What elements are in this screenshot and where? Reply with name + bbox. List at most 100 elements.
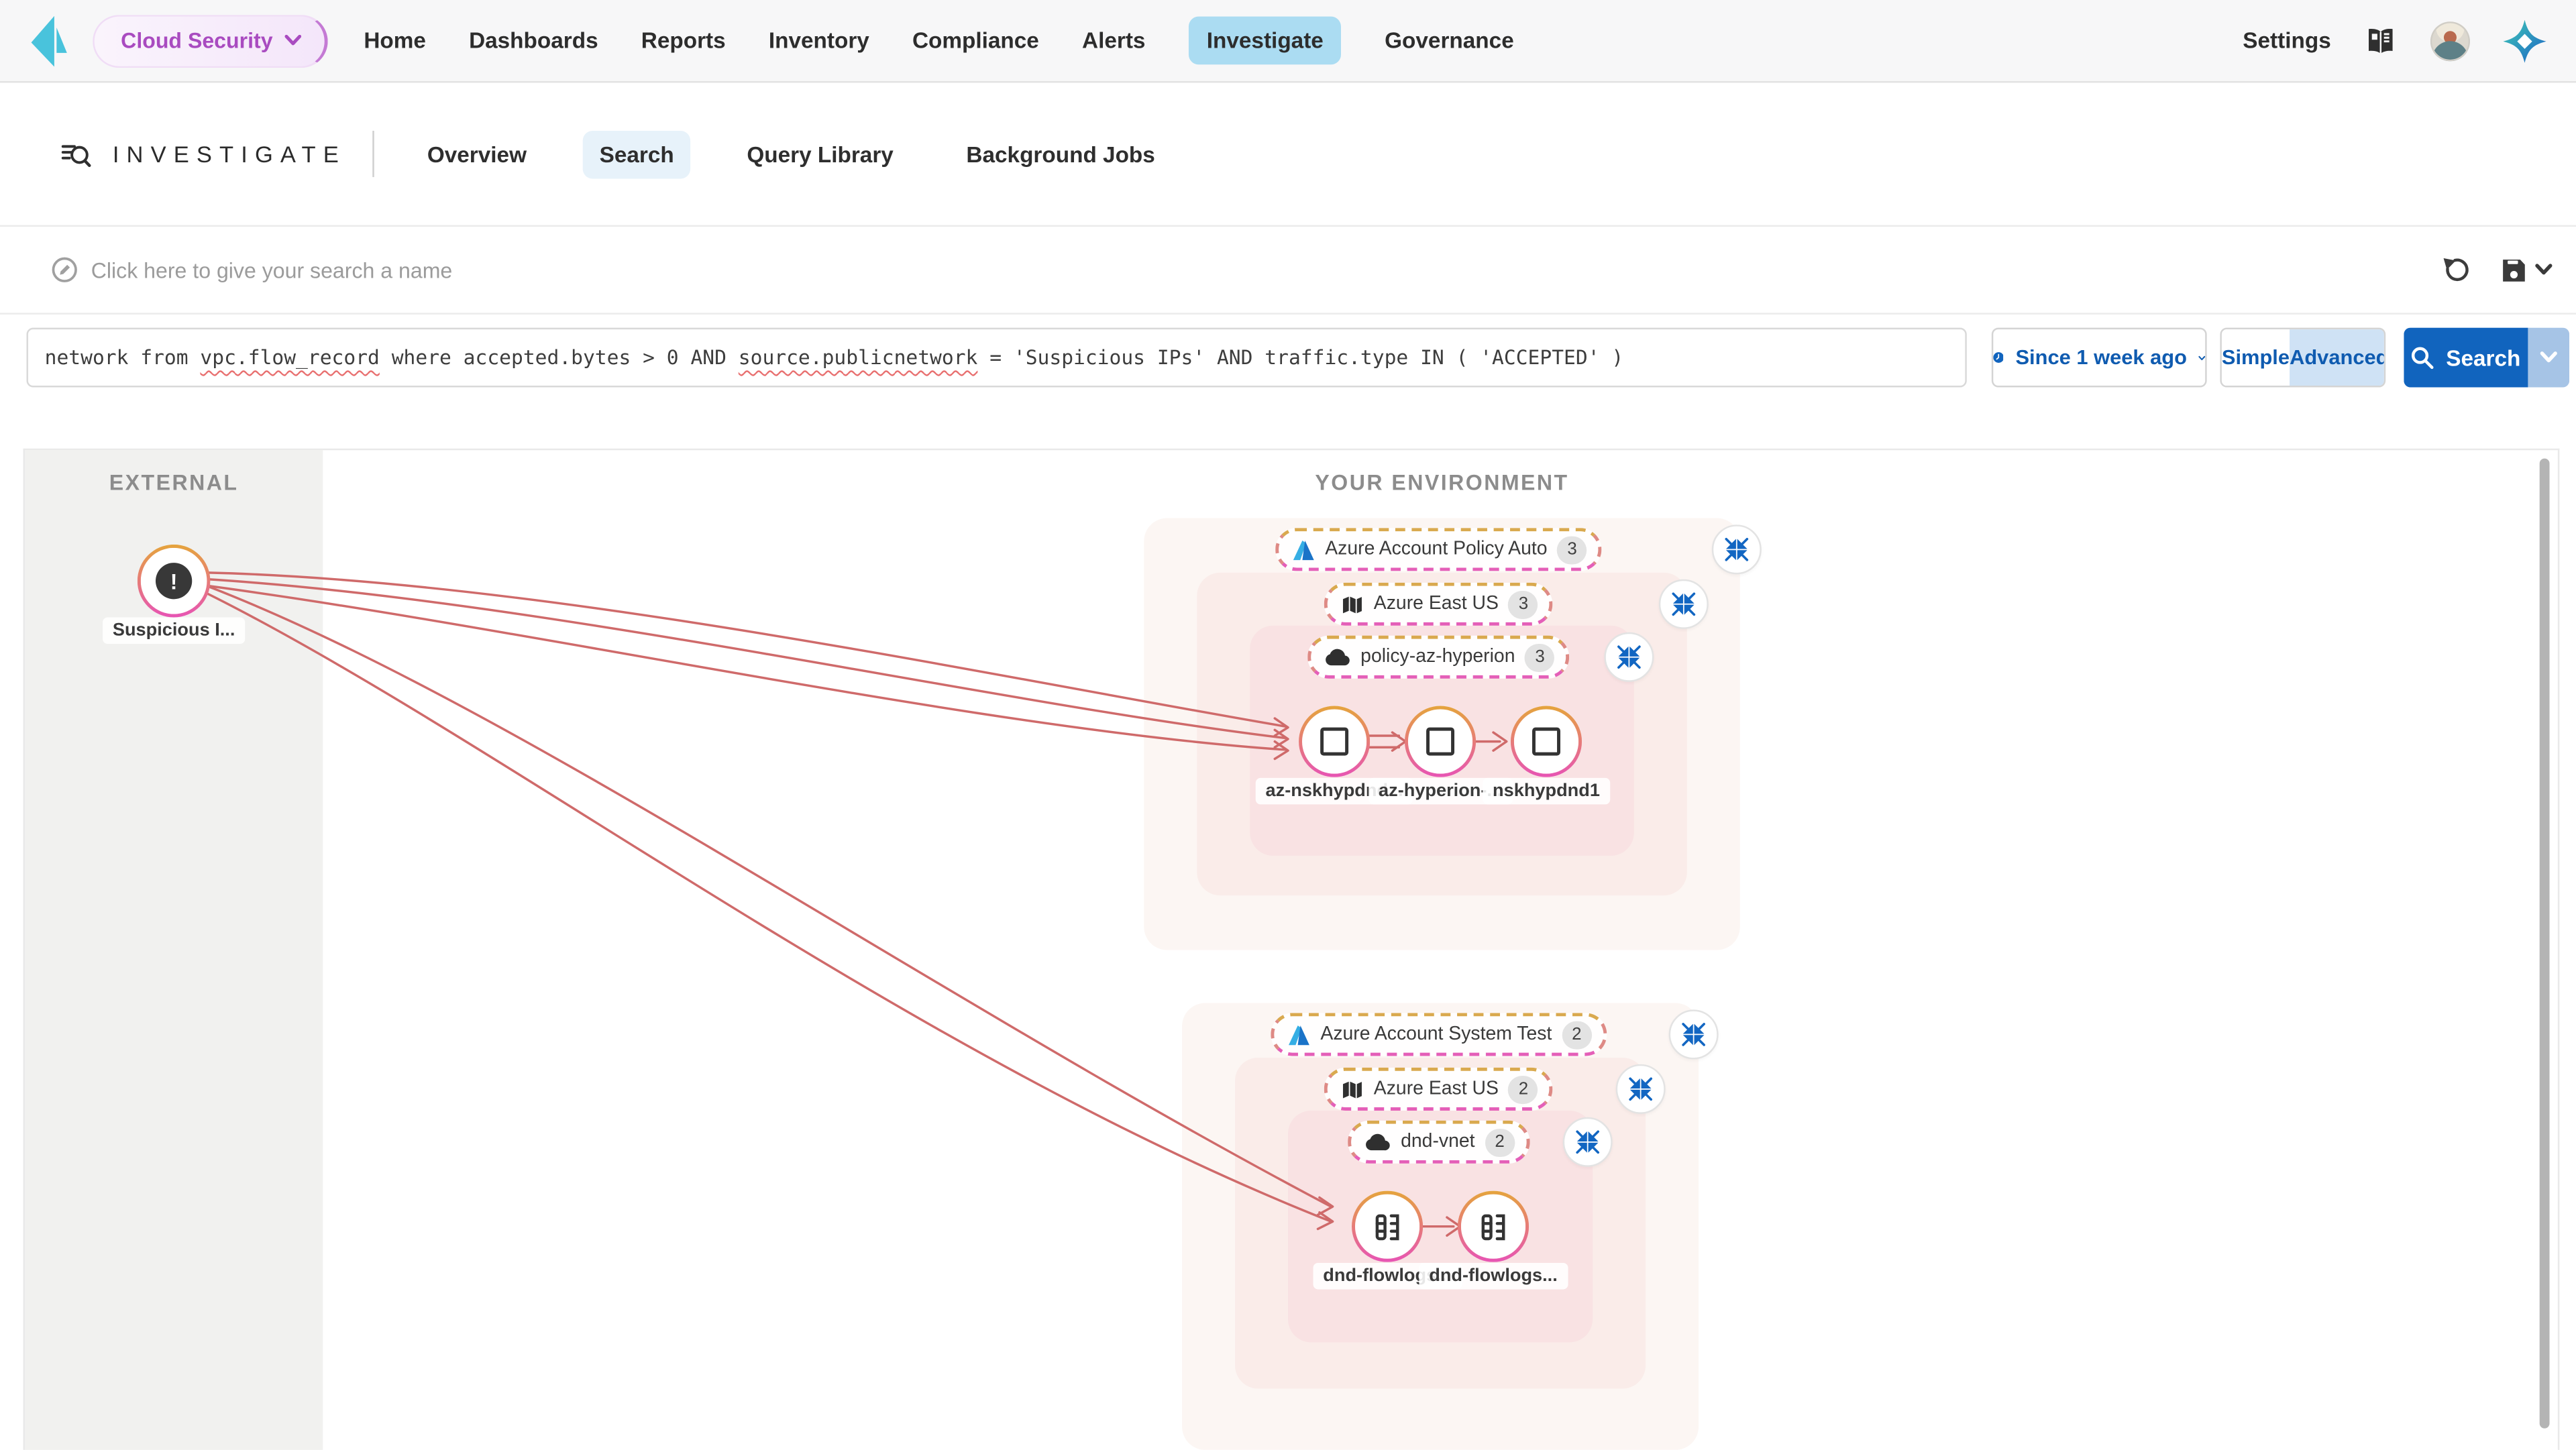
time-range-label: Since 1 week ago <box>2015 346 2187 370</box>
divider <box>372 131 374 177</box>
count-badge: 3 <box>1557 535 1587 563</box>
nav-item-settings[interactable]: Settings <box>2243 28 2330 53</box>
tab-search[interactable]: Search <box>583 130 690 178</box>
clock-icon <box>1993 344 2004 370</box>
nav-item-governance[interactable]: Governance <box>1385 28 1514 53</box>
collapse-icon <box>1572 1127 1602 1157</box>
collapse-icon <box>1678 1019 1708 1049</box>
group-pill-vnet-1[interactable]: policy-az-hyperion 3 <box>1307 636 1570 679</box>
vertical-scrollbar[interactable] <box>2540 459 2550 1429</box>
node-vm[interactable] <box>1405 706 1476 777</box>
collapse-icon <box>1625 1074 1655 1104</box>
search-name-row: Click here to give your search a name <box>0 227 2576 315</box>
group-label: Azure Account Policy Auto <box>1325 540 1547 560</box>
nav-item-reports[interactable]: Reports <box>641 28 726 53</box>
cloud-icon <box>1324 647 1350 667</box>
nav-item-investigate[interactable]: Investigate <box>1189 17 1342 65</box>
group-pill-account-1[interactable]: Azure Account Policy Auto 3 <box>1275 528 1602 571</box>
group-label: Azure East US <box>1374 1079 1499 1099</box>
column-header-external: EXTERNAL <box>109 470 239 495</box>
collapse-group-button[interactable] <box>1616 1064 1666 1114</box>
save-icon <box>2500 256 2528 284</box>
node-vm[interactable] <box>1299 706 1370 777</box>
azure-icon <box>1292 539 1316 560</box>
page-title: INVESTIGATE <box>113 141 346 167</box>
query-segment-spellcheck: vpc.flow_record <box>200 346 379 370</box>
column-header-environment: YOUR ENVIRONMENT <box>1315 470 1568 495</box>
page-tabs: Overview Search Query Library Background… <box>411 130 1171 178</box>
count-badge: 3 <box>1525 643 1554 671</box>
collapse-group-button[interactable] <box>1563 1117 1613 1167</box>
collapse-group-button[interactable] <box>1669 1009 1719 1059</box>
search-button[interactable]: Search <box>2404 328 2528 388</box>
nav-item-compliance[interactable]: Compliance <box>912 28 1039 53</box>
node-label: nskhypdnd1 <box>1483 778 1610 804</box>
search-options-button[interactable] <box>2528 328 2569 388</box>
flowlog-icon <box>1373 1211 1401 1241</box>
tab-background-jobs[interactable]: Background Jobs <box>950 130 1172 178</box>
vm-icon <box>1426 728 1454 756</box>
search-icon <box>2411 346 2434 370</box>
collapse-group-button[interactable] <box>1604 632 1654 682</box>
nav-left: Cloud Security Home Dashboards Reports I… <box>0 14 1514 67</box>
azure-icon <box>1287 1023 1311 1045</box>
flowlog-icon <box>1479 1211 1507 1241</box>
query-segment: network from <box>45 346 201 370</box>
collapse-group-button[interactable] <box>1659 579 1709 629</box>
tab-overview[interactable]: Overview <box>411 130 543 178</box>
topology-graph: EXTERNAL YOUR ENVIRONMENT <box>23 449 2560 1450</box>
tab-query-library[interactable]: Query Library <box>731 130 910 178</box>
count-badge: 2 <box>1485 1128 1514 1156</box>
node-flowlog[interactable] <box>1352 1191 1423 1262</box>
query-mode-toggle: Simple Advanced <box>2220 328 2385 388</box>
group-pill-vnet-2[interactable]: dnd-vnet 2 <box>1348 1121 1529 1164</box>
time-range-selector[interactable]: Since 1 week ago <box>1992 328 2207 388</box>
node-label: dnd-flowlogs... <box>1419 1263 1567 1289</box>
node-label: Suspicious I... <box>103 618 245 644</box>
group-label: Azure Account System Test <box>1320 1025 1552 1045</box>
product-switcher[interactable]: Cloud Security <box>93 14 327 67</box>
group-pill-region-1[interactable]: Azure East US 3 <box>1324 583 1554 626</box>
product-switcher-label: Cloud Security <box>121 28 272 53</box>
collapse-group-button[interactable] <box>1712 524 1762 574</box>
node-suspicious-ips[interactable]: ! <box>138 545 211 618</box>
search-name-input[interactable]: Click here to give your search a name <box>52 257 2440 283</box>
undo-button[interactable] <box>2440 255 2470 284</box>
edit-pencil-icon <box>52 257 78 283</box>
chevron-down-icon <box>2534 263 2553 276</box>
collapse-icon <box>1669 590 1699 619</box>
group-pill-region-2[interactable]: Azure East US 2 <box>1324 1068 1554 1111</box>
brand-star-icon[interactable] <box>2503 19 2546 62</box>
avatar[interactable] <box>2430 21 2470 60</box>
mode-simple-button[interactable]: Simple <box>2222 329 2290 386</box>
search-button-label: Search <box>2446 345 2520 370</box>
nav-item-inventory[interactable]: Inventory <box>769 28 869 53</box>
query-row: network from vpc.flow_record where accep… <box>0 315 2576 400</box>
chevron-down-icon <box>284 35 301 46</box>
product-logo-icon[interactable] <box>30 14 69 67</box>
node-flowlog[interactable] <box>1458 1191 1529 1262</box>
query-input[interactable]: network from vpc.flow_record where accep… <box>26 328 1966 388</box>
nav-item-alerts[interactable]: Alerts <box>1082 28 1145 53</box>
search-name-actions <box>2440 255 2553 284</box>
count-badge: 2 <box>1562 1020 1591 1048</box>
nav-right: Settings <box>2243 19 2546 62</box>
alert-icon: ! <box>156 563 192 599</box>
mode-advanced-button[interactable]: Advanced <box>2290 329 2385 386</box>
vm-icon <box>1532 728 1560 756</box>
chevron-down-icon <box>2198 351 2205 363</box>
investigate-icon <box>61 140 91 168</box>
collapse-icon <box>1722 535 1752 564</box>
nav-item-home[interactable]: Home <box>364 28 426 53</box>
query-segment: = 'Suspicious IPs' AND traffic.type IN (… <box>977 346 1623 370</box>
docs-book-icon[interactable] <box>2364 25 2397 55</box>
app: Cloud Security Home Dashboards Reports I… <box>0 0 2576 1450</box>
group-label: policy-az-hyperion <box>1360 647 1515 667</box>
group-label: dnd-vnet <box>1401 1132 1474 1152</box>
nav-item-dashboards[interactable]: Dashboards <box>469 28 598 53</box>
query-segment: where accepted.bytes > 0 AND <box>380 346 739 370</box>
collapse-icon <box>1614 643 1644 672</box>
save-button[interactable] <box>2500 256 2553 284</box>
node-vm[interactable] <box>1511 706 1582 777</box>
group-pill-account-2[interactable]: Azure Account System Test 2 <box>1271 1013 1606 1056</box>
